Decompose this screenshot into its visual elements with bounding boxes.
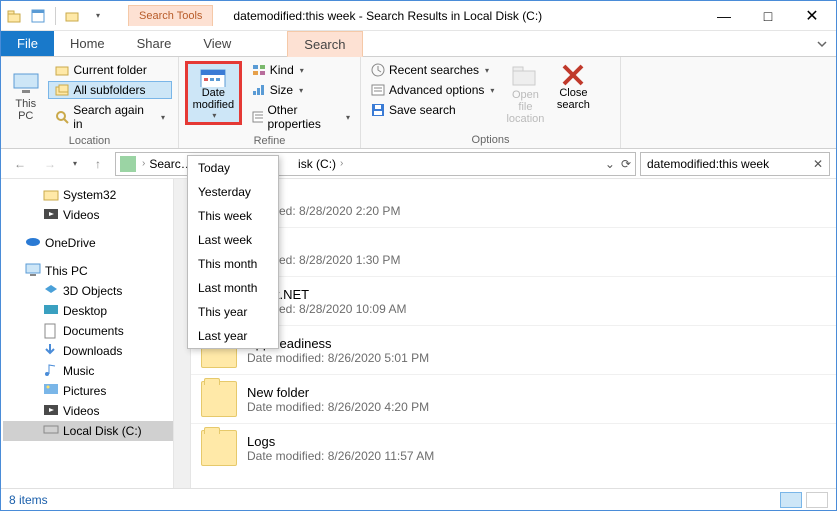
recent-searches-button[interactable]: Recent searches▾: [367, 61, 498, 79]
date-option-last-month[interactable]: Last month: [188, 276, 278, 300]
pc-icon: [12, 72, 40, 96]
date-option-yesterday[interactable]: Yesterday: [188, 180, 278, 204]
ribbon-collapse-icon[interactable]: [808, 31, 836, 56]
clear-search-icon[interactable]: ✕: [813, 157, 823, 171]
view-large-button[interactable]: [806, 492, 828, 508]
titlebar: ▾ Search Tools datemodified:this week - …: [1, 1, 836, 31]
tab-view[interactable]: View: [187, 31, 247, 56]
tab-file[interactable]: File: [1, 31, 54, 56]
tree-onedrive[interactable]: OneDrive: [3, 233, 188, 253]
address-dropdown-icon[interactable]: ⌄: [605, 157, 615, 171]
close-search-button[interactable]: Close search: [552, 61, 594, 113]
this-pc-button[interactable]: This PC: [7, 61, 44, 133]
date-option-last-week[interactable]: Last week: [188, 228, 278, 252]
status-count: 8 items: [9, 493, 48, 507]
date-modified-button[interactable]: Date modified▾: [185, 61, 242, 125]
results-list[interactable]: pmodified: 8/28/2020 2:20 PM etchmodifie…: [191, 179, 836, 488]
x-icon: [561, 63, 585, 87]
tree-music[interactable]: Music: [3, 361, 188, 381]
minimize-button[interactable]: —: [702, 2, 746, 30]
nav-forward-button[interactable]: →: [37, 151, 63, 177]
calendar-icon: [199, 66, 227, 87]
tree-videos-1[interactable]: Videos: [3, 205, 188, 225]
folder-icon: [201, 430, 237, 466]
current-folder-button[interactable]: Current folder: [48, 61, 172, 79]
folder-icon: [201, 381, 237, 417]
all-subfolders-button[interactable]: All subfolders: [48, 81, 172, 99]
tree-3d-objects[interactable]: 3D Objects: [3, 281, 188, 301]
open-file-location-button: Open file location: [504, 61, 546, 127]
close-button[interactable]: ✕: [790, 2, 834, 30]
other-properties-button[interactable]: Other properties▾: [248, 101, 354, 133]
address-bar: ← → ▾ ↑ › Searc… › isk (C:) › ⌄ ⟳ datemo…: [1, 149, 836, 179]
status-bar: 8 items: [1, 488, 836, 510]
section-refine: Refine: [185, 133, 354, 147]
nav-recent-button[interactable]: ▾: [67, 151, 81, 177]
ribbon-tabs: File Home Share View Search: [1, 31, 836, 57]
date-option-this-year[interactable]: This year: [188, 300, 278, 324]
qat-customize-icon[interactable]: ▾: [86, 5, 108, 27]
nav-back-button[interactable]: ←: [7, 151, 33, 177]
tree-local-disk[interactable]: Local Disk (C:): [3, 421, 188, 441]
maximize-button[interactable]: □: [746, 2, 790, 30]
nav-scrollbar-thumb[interactable]: [176, 379, 188, 439]
app-icon: [3, 5, 25, 27]
context-tab-label: Search Tools: [128, 5, 213, 26]
list-item[interactable]: rosoft.NETmodified: 8/28/2020 10:09 AM: [191, 276, 836, 325]
tree-downloads[interactable]: Downloads: [3, 341, 188, 361]
tree-videos-2[interactable]: Videos: [3, 401, 188, 421]
qat-newfolder-icon[interactable]: [62, 5, 84, 27]
folder-open-icon: [511, 63, 539, 89]
nav-tree[interactable]: System32 Videos OneDrive This PC 3D Obje…: [1, 179, 191, 488]
nav-up-button[interactable]: ↑: [85, 151, 111, 177]
date-option-last-year[interactable]: Last year: [188, 324, 278, 348]
kind-button[interactable]: Kind▾: [248, 61, 354, 79]
list-item[interactable]: New folderDate modified: 8/26/2020 4:20 …: [191, 374, 836, 423]
view-details-button[interactable]: [780, 492, 802, 508]
tree-this-pc[interactable]: This PC: [3, 261, 188, 281]
date-modified-menu: Today Yesterday This week Last week This…: [187, 155, 279, 349]
date-option-this-month[interactable]: This month: [188, 252, 278, 276]
save-search-button[interactable]: Save search: [367, 101, 498, 119]
section-location: Location: [7, 133, 172, 147]
refresh-icon[interactable]: ⟳: [621, 157, 631, 171]
list-item[interactable]: LogsDate modified: 8/26/2020 11:57 AM: [191, 423, 836, 472]
list-item[interactable]: AppReadinessDate modified: 8/26/2020 5:0…: [191, 325, 836, 374]
tree-documents[interactable]: Documents: [3, 321, 188, 341]
tab-search[interactable]: Search: [287, 31, 362, 57]
search-again-button[interactable]: Search again in▾: [48, 101, 172, 133]
window-title: datemodified:this week - Search Results …: [233, 9, 542, 23]
search-input[interactable]: datemodified:this week ✕: [640, 152, 830, 176]
tree-system32[interactable]: System32: [3, 185, 188, 205]
breadcrumb-2[interactable]: isk (C:): [298, 157, 336, 171]
tree-desktop[interactable]: Desktop: [3, 301, 188, 321]
tab-share[interactable]: Share: [121, 31, 188, 56]
list-item[interactable]: etchmodified: 8/28/2020 1:30 PM: [191, 227, 836, 276]
date-option-today[interactable]: Today: [188, 156, 278, 180]
tree-pictures[interactable]: Pictures: [3, 381, 188, 401]
date-option-this-week[interactable]: This week: [188, 204, 278, 228]
search-glyph-icon: [120, 156, 136, 172]
size-button[interactable]: Size▾: [248, 81, 354, 99]
list-item[interactable]: pmodified: 8/28/2020 2:20 PM: [191, 179, 836, 227]
advanced-options-button[interactable]: Advanced options▾: [367, 81, 498, 99]
ribbon: This PC Current folder All subfolders Se…: [1, 57, 836, 149]
qat-properties-icon[interactable]: [27, 5, 49, 27]
section-options: Options: [367, 132, 614, 146]
tab-home[interactable]: Home: [54, 31, 121, 56]
